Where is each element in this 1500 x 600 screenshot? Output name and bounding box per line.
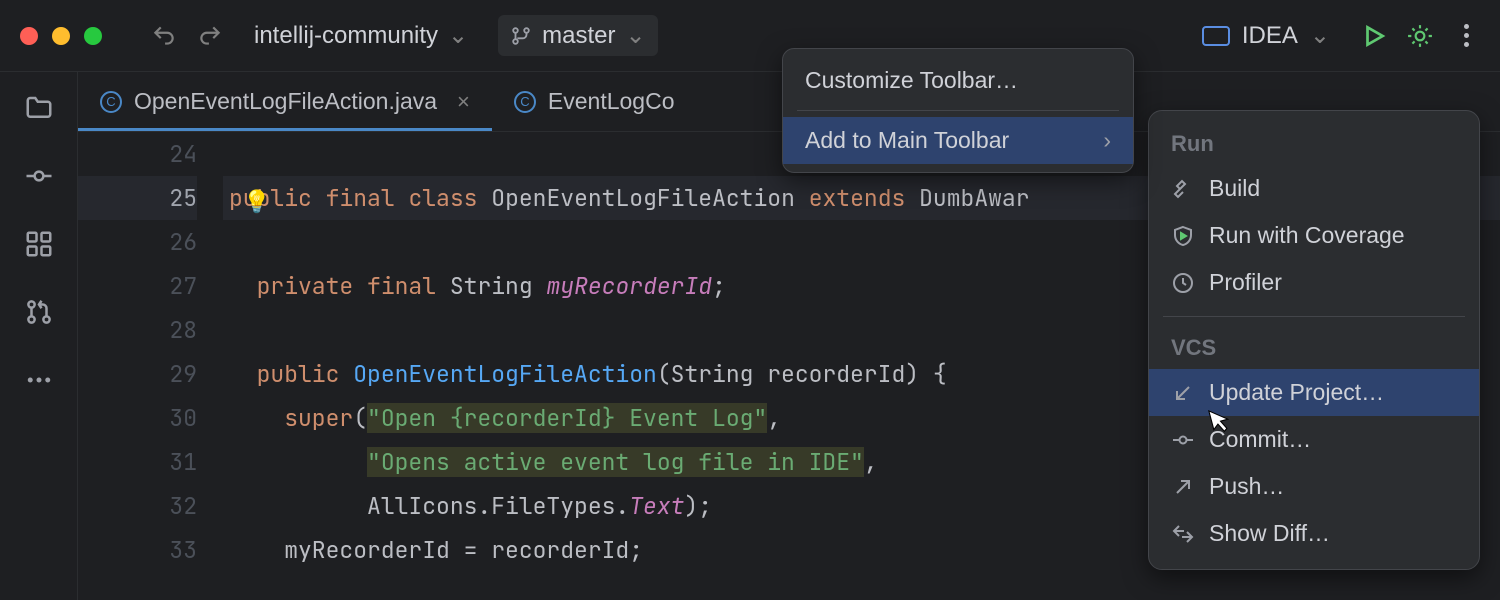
menu-separator xyxy=(797,110,1119,111)
panel-item-profiler[interactable]: Profiler xyxy=(1149,259,1479,306)
panel-item-build[interactable]: Build xyxy=(1149,165,1479,212)
branch-icon xyxy=(510,25,532,47)
line-number: 32 xyxy=(78,484,197,528)
run-config-name: IDEA xyxy=(1242,22,1298,50)
panel-item-run-coverage[interactable]: Run with Coverage xyxy=(1149,212,1479,259)
line-number: 25 xyxy=(78,176,197,220)
pull-requests-tool-button[interactable] xyxy=(23,296,55,328)
panel-label: Run with Coverage xyxy=(1209,222,1405,249)
profiler-icon xyxy=(1171,271,1195,295)
line-number: 27 xyxy=(78,264,197,308)
menu-label: Customize Toolbar… xyxy=(805,67,1018,94)
arrow-up-right-icon xyxy=(1171,475,1195,499)
java-class-icon: C xyxy=(514,91,536,113)
hammer-icon xyxy=(1171,177,1195,201)
panel-label: Build xyxy=(1209,175,1260,202)
debug-button[interactable] xyxy=(1406,22,1434,50)
project-selector[interactable]: intellij-community ⌄ xyxy=(242,15,480,56)
add-to-toolbar-submenu: Run Build Run with Coverage Profiler VCS… xyxy=(1148,110,1480,570)
undo-button[interactable] xyxy=(150,22,178,50)
panel-item-show-diff[interactable]: Show Diff… xyxy=(1149,510,1479,557)
commit-icon xyxy=(1171,428,1195,452)
arrow-down-left-icon xyxy=(1171,381,1195,405)
redo-button[interactable] xyxy=(196,22,224,50)
panel-label: Profiler xyxy=(1209,269,1282,296)
line-number: 28 xyxy=(78,308,197,352)
minimize-window-button[interactable] xyxy=(52,27,70,45)
panel-label: Push… xyxy=(1209,473,1284,500)
line-number: 33 xyxy=(78,528,197,572)
menu-item-add-to-toolbar[interactable]: Add to Main Toolbar › xyxy=(783,117,1133,164)
main-toolbar: intellij-community ⌄ master ⌄ IDEA ⌄ xyxy=(0,0,1500,72)
chevron-down-icon: ⌄ xyxy=(626,21,646,50)
tab-title: OpenEventLogFileAction.java xyxy=(134,88,437,115)
line-number: 29 xyxy=(78,352,197,396)
panel-separator xyxy=(1163,316,1465,317)
panel-item-push[interactable]: Push… xyxy=(1149,463,1479,510)
shield-run-icon xyxy=(1171,224,1195,248)
editor-tab[interactable]: C OpenEventLogFileAction.java × xyxy=(78,72,492,131)
maximize-window-button[interactable] xyxy=(84,27,102,45)
run-config-icon xyxy=(1202,26,1230,46)
panel-item-update-project[interactable]: Update Project… xyxy=(1149,369,1479,416)
panel-label: Show Diff… xyxy=(1209,520,1330,547)
panel-section-run: Run xyxy=(1149,123,1479,165)
line-gutter: 24 25 26 27 28 29 30 31 32 33 xyxy=(78,132,223,600)
diff-icon xyxy=(1171,522,1195,546)
project-tool-button[interactable] xyxy=(23,92,55,124)
editor-tab[interactable]: C EventLogCo xyxy=(492,72,697,131)
kebab-icon xyxy=(1464,24,1469,47)
panel-section-vcs: VCS xyxy=(1149,327,1479,369)
menu-label: Add to Main Toolbar xyxy=(805,127,1009,154)
run-button[interactable] xyxy=(1360,22,1388,50)
chevron-down-icon: ⌄ xyxy=(448,21,468,50)
panel-item-commit[interactable]: Commit… xyxy=(1149,416,1479,463)
window-controls xyxy=(20,27,102,45)
more-tools-button[interactable] xyxy=(23,364,55,396)
line-number: 24 xyxy=(78,132,197,176)
line-number: 30 xyxy=(78,396,197,440)
run-config-selector[interactable]: IDEA ⌄ xyxy=(1190,15,1342,56)
toolbar-context-menu: Customize Toolbar… Add to Main Toolbar › xyxy=(782,48,1134,173)
chevron-right-icon: › xyxy=(1103,127,1111,154)
project-name: intellij-community xyxy=(254,22,438,50)
commit-tool-button[interactable] xyxy=(23,160,55,192)
branch-selector[interactable]: master ⌄ xyxy=(498,15,657,56)
chevron-down-icon: ⌄ xyxy=(1310,21,1330,50)
tool-window-sidebar xyxy=(0,72,78,600)
close-window-button[interactable] xyxy=(20,27,38,45)
java-class-icon: C xyxy=(100,91,122,113)
line-number: 31 xyxy=(78,440,197,484)
intention-bulb-icon[interactable]: 💡 xyxy=(243,180,270,224)
branch-name: master xyxy=(542,22,615,50)
tab-title: EventLogCo xyxy=(548,88,675,115)
panel-label: Update Project… xyxy=(1209,379,1384,406)
menu-item-customize-toolbar[interactable]: Customize Toolbar… xyxy=(783,57,1133,104)
close-tab-button[interactable]: × xyxy=(457,89,470,115)
structure-tool-button[interactable] xyxy=(23,228,55,260)
line-number: 26 xyxy=(78,220,197,264)
more-button[interactable] xyxy=(1452,22,1480,50)
